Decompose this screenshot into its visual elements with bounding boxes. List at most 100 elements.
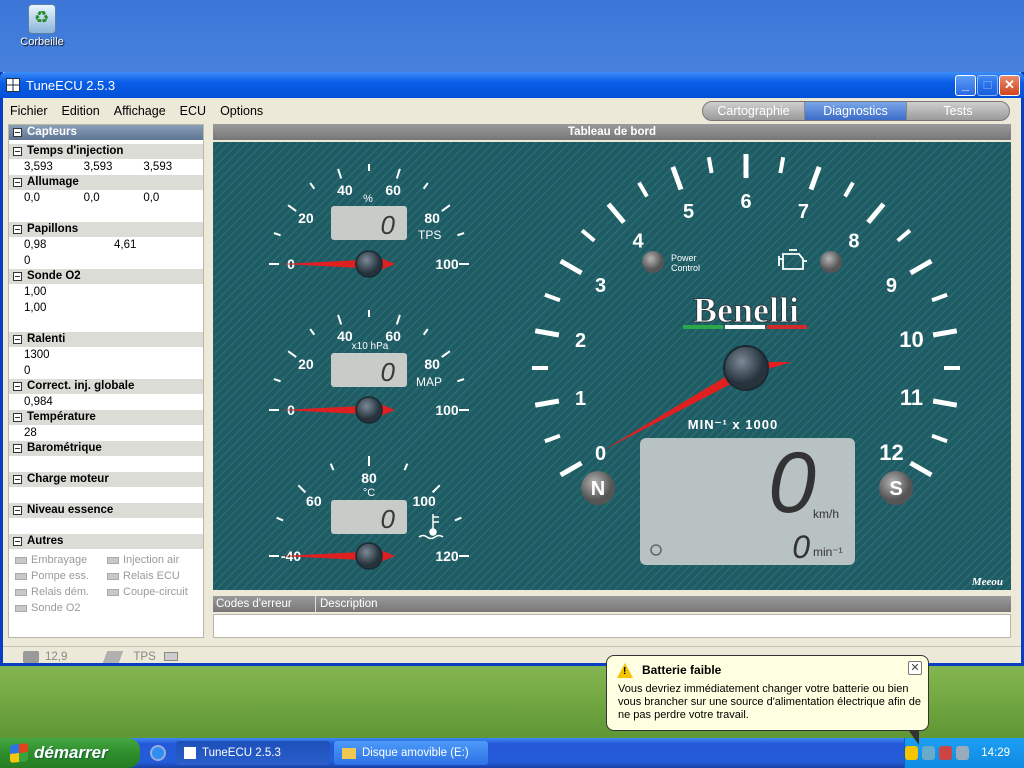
collapse-icon[interactable]	[13, 178, 22, 187]
led-icon	[107, 572, 119, 580]
power-control-lamp	[642, 251, 664, 273]
menu-ecu[interactable]: ECU	[173, 104, 213, 118]
mode-tabs: Cartographie Diagnostics Tests	[702, 101, 1010, 121]
gauge-label: 20	[298, 210, 314, 226]
sensors-header[interactable]: Capteurs	[9, 125, 203, 140]
section-ignition[interactable]: Allumage	[9, 175, 203, 190]
service-label: S	[889, 478, 902, 500]
neutral-label: N	[591, 478, 605, 500]
tps-display	[331, 206, 407, 240]
collapse-icon[interactable]	[13, 382, 22, 391]
section-idle[interactable]: Ralenti	[9, 332, 203, 347]
section-engine-load[interactable]: Charge moteur	[9, 472, 203, 487]
global-correction-value: 0,984	[24, 396, 53, 408]
tps-unit: %	[363, 193, 373, 205]
app-icon	[6, 78, 20, 92]
battery-warning-balloon[interactable]: Batterie faible ✕ Vous devriez immédiate…	[606, 655, 929, 745]
windows-logo-icon	[10, 743, 28, 763]
gauge-label: 100	[412, 493, 436, 509]
folder-icon	[342, 747, 356, 759]
collapse-icon[interactable]	[13, 147, 22, 156]
tab-diagnostics[interactable]: Diagnostics	[805, 102, 907, 120]
clock[interactable]: 14:29	[981, 747, 1010, 759]
section-temperature[interactable]: Température	[9, 410, 203, 425]
app-icon	[184, 747, 196, 759]
window-titlebar[interactable]: TuneECU 2.5.3 _ □ ✕	[0, 72, 1024, 98]
description-column[interactable]: Description	[315, 596, 378, 612]
voltage-value: 12,9	[45, 650, 68, 663]
section-barometric[interactable]: Barométrique	[9, 441, 203, 456]
section-throttle[interactable]: Papillons	[9, 222, 203, 237]
tach-label: 0	[595, 443, 606, 465]
recycle-bin-desktop-icon[interactable]: Corbeille	[14, 4, 70, 48]
led-icon	[15, 588, 27, 596]
collapse-icon[interactable]	[13, 225, 22, 234]
close-button[interactable]: ✕	[999, 75, 1020, 96]
tray-security-icon[interactable]	[939, 746, 953, 760]
collapse-icon[interactable]	[13, 537, 22, 546]
connection-icon	[103, 650, 124, 663]
temperature-value: 0	[381, 504, 396, 534]
collapse-icon[interactable]	[13, 335, 22, 344]
collapse-icon[interactable]	[13, 413, 22, 422]
tach-tick	[706, 156, 714, 174]
throttle-values: 0,98 4,61	[24, 239, 137, 251]
collapse-icon[interactable]	[13, 128, 22, 137]
section-injection[interactable]: Temps d'injection	[9, 144, 203, 159]
logo-stripe-green	[683, 325, 723, 329]
idle-value-2: 0	[24, 365, 31, 377]
menu-fichier[interactable]: Fichier	[3, 104, 55, 118]
tps-status-label: TPS	[133, 650, 156, 663]
power-control-label-2: Control	[671, 263, 700, 273]
tach-unit: MIN⁻¹ x 1000	[688, 417, 778, 432]
error-code-column[interactable]: Codes d'erreur	[216, 596, 292, 612]
maximize-button[interactable]: □	[977, 75, 998, 96]
collapse-icon[interactable]	[13, 272, 22, 281]
window-title: TuneECU 2.5.3	[26, 77, 116, 93]
brand-logo: Benelli	[693, 290, 799, 330]
led-icon	[107, 588, 119, 596]
start-button[interactable]: démarrer	[0, 738, 140, 768]
section-other[interactable]: Autres	[9, 534, 203, 549]
tps-value: 0	[381, 210, 396, 240]
menu-affichage[interactable]: Affichage	[107, 104, 173, 118]
signature: Meeou	[971, 576, 1003, 588]
recycle-bin-label: Corbeille	[20, 36, 64, 48]
tach-label: 4	[632, 230, 644, 252]
collapse-icon[interactable]	[13, 444, 22, 453]
speed-value: 0	[768, 435, 816, 531]
section-fuel-level[interactable]: Niveau essence	[9, 503, 203, 518]
gauge-hub	[355, 542, 383, 570]
collapse-icon[interactable]	[13, 475, 22, 484]
error-codes-list[interactable]	[213, 614, 1011, 638]
tab-cartographie[interactable]: Cartographie	[703, 102, 805, 120]
section-global-correction[interactable]: Correct. inj. globale	[9, 379, 203, 394]
tray-network-icon[interactable]	[922, 746, 936, 760]
tps-name: TPS	[418, 228, 441, 242]
menu-options[interactable]: Options	[213, 104, 270, 118]
tray-volume-icon[interactable]	[956, 746, 970, 760]
speed-unit: km/h	[813, 507, 839, 521]
idle-value-1: 1300	[24, 349, 50, 361]
section-o2[interactable]: Sonde O2	[9, 269, 203, 284]
dashboard-title: Tableau de bord	[213, 124, 1011, 140]
quicklaunch-ie-icon[interactable]	[146, 741, 172, 765]
tach-tick	[778, 156, 786, 174]
system-tray: 14:29	[904, 738, 1024, 768]
collapse-icon[interactable]	[13, 506, 22, 515]
gauge-label: 40	[337, 328, 353, 344]
tach-label: 2	[575, 330, 586, 352]
battery-warning-icon[interactable]	[905, 746, 919, 760]
led-icon	[15, 604, 27, 612]
balloon-close-button[interactable]: ✕	[908, 661, 922, 675]
tach-label: 3	[595, 275, 606, 297]
tab-tests[interactable]: Tests	[907, 102, 1009, 120]
taskbar-item-tuneecu[interactable]: TuneECU 2.5.3	[176, 741, 330, 765]
menu-edition[interactable]: Edition	[55, 104, 107, 118]
map-unit: x10 hPa	[352, 341, 389, 352]
throttle-extra: 0	[24, 255, 31, 267]
dashboard-gauges: 020406080100 020406080100 -406080100120 …	[213, 142, 1011, 590]
indicator-list: Embrayage Injection air Pompe ess. Relai…	[9, 549, 203, 616]
taskbar-item-disk[interactable]: Disque amovible (E:)	[334, 741, 488, 765]
minimize-button[interactable]: _	[955, 75, 976, 96]
